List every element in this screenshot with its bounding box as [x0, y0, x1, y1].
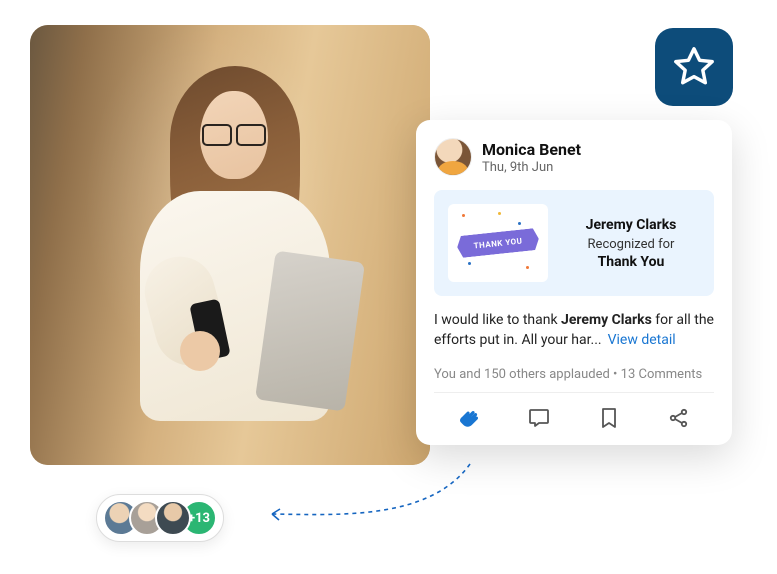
applauders-pill[interactable]: +13 [96, 494, 224, 542]
recognition-badge-name: Thank You [562, 254, 700, 270]
hero-person [90, 46, 370, 426]
clap-icon [457, 406, 481, 430]
author-avatar[interactable] [434, 138, 472, 176]
post-stats[interactable]: You and 150 others applauded • 13 Commen… [434, 361, 714, 393]
thank-you-ribbon-art: THANK YOU [448, 204, 548, 282]
comment-icon [527, 406, 551, 430]
hero-photo [30, 25, 430, 465]
applauder-avatar[interactable] [155, 500, 191, 536]
view-detail-link[interactable]: View detail [608, 332, 676, 348]
bookmark-icon [597, 406, 621, 430]
recognition-recipient: Jeremy Clarks [562, 217, 700, 233]
recognition-label: Recognized for [562, 237, 700, 252]
comment-button[interactable] [526, 405, 552, 431]
post-header: Monica Benet Thu, 9th Jun [434, 138, 714, 176]
recognition-banner: THANK YOU Jeremy Clarks Recognized for T… [434, 190, 714, 296]
post-date: Thu, 9th Jun [482, 160, 581, 175]
post-body-prefix: I would like to thank [434, 312, 561, 328]
author-name[interactable]: Monica Benet [482, 140, 581, 159]
post-actions [434, 393, 714, 435]
callout-arrow [260, 460, 480, 540]
ribbon-label: THANK YOU [456, 228, 540, 258]
bookmark-button[interactable] [596, 405, 622, 431]
recognition-post-card: Monica Benet Thu, 9th Jun THANK YOU Jere… [416, 120, 732, 445]
star-badge[interactable] [655, 28, 733, 106]
applaud-button[interactable] [456, 405, 482, 431]
post-body-mention[interactable]: Jeremy Clarks [561, 312, 652, 328]
share-icon [667, 406, 691, 430]
post-body: I would like to thank Jeremy Clarks for … [434, 310, 714, 351]
star-outline-icon [671, 44, 717, 90]
share-button[interactable] [666, 405, 692, 431]
